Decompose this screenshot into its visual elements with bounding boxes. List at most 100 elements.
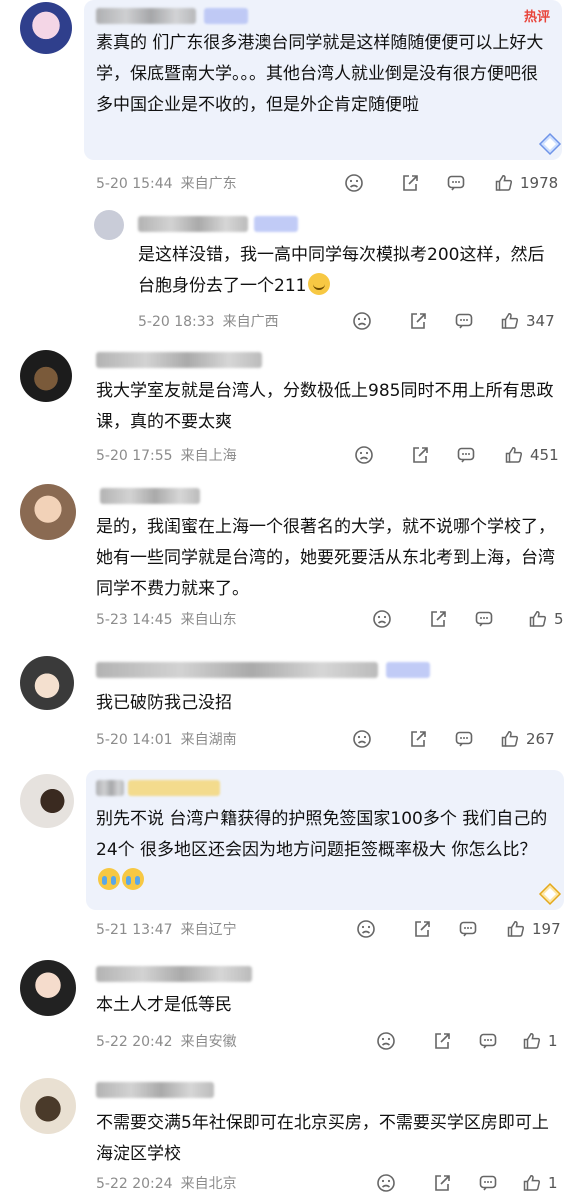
share-button[interactable] [408, 728, 428, 750]
comment-location: 来自上海 [180, 448, 237, 464]
like-button[interactable]: 451 [504, 444, 559, 466]
avatar[interactable] [20, 774, 74, 828]
comment-icon [446, 173, 466, 193]
thumbs-up-icon [528, 609, 548, 629]
thumbs-up-icon [500, 729, 520, 749]
comment-location: 来自湖南 [180, 732, 237, 748]
avatar[interactable] [20, 2, 72, 54]
avatar[interactable] [20, 484, 76, 540]
dislike-button[interactable] [376, 1172, 396, 1194]
comment-meta: 5-20 17:55 来自上海 [96, 446, 237, 466]
frown-icon [356, 919, 376, 939]
dislike-button[interactable] [376, 1030, 396, 1052]
share-icon [432, 1031, 452, 1051]
avatar[interactable] [20, 1078, 76, 1134]
vip-badge [254, 216, 298, 232]
username-blurred[interactable] [96, 780, 124, 796]
vip-badge [204, 8, 248, 24]
like-count: 1 [548, 1174, 558, 1192]
reply-button[interactable] [478, 1030, 498, 1052]
share-button[interactable] [410, 444, 430, 466]
like-button[interactable]: 197 [506, 918, 561, 940]
avatar[interactable] [20, 350, 72, 402]
comment-time: 5-22 20:24 [96, 1176, 173, 1192]
like-button[interactable]: 1978 [494, 172, 558, 194]
username-blurred[interactable] [96, 352, 262, 368]
comment-meta: 5-21 13:47 来自辽宁 [96, 920, 237, 940]
comment-text: 素真的 们广东很多港澳台同学就是这样随随便便可以上好大学，保底暨南大学。。。其他… [96, 33, 544, 115]
username-blurred[interactable] [96, 1082, 214, 1098]
frown-icon [376, 1173, 396, 1193]
reply-button[interactable] [478, 1172, 498, 1194]
username-blurred[interactable] [100, 488, 200, 504]
dislike-button[interactable] [354, 444, 374, 466]
like-count: 1 [548, 1032, 558, 1050]
share-button[interactable] [412, 918, 432, 940]
comment-meta: 5-20 14:01 来自湖南 [96, 730, 237, 750]
comment-location: 来自山东 [180, 612, 237, 628]
reply-button[interactable] [446, 172, 466, 194]
dislike-button[interactable] [372, 608, 392, 630]
like-button[interactable]: 347 [500, 310, 555, 332]
comment-time: 5-20 15:44 [96, 176, 173, 192]
share-icon [408, 311, 428, 331]
avatar[interactable] [20, 656, 74, 710]
vip-badge [386, 662, 430, 678]
reply-button[interactable] [456, 444, 476, 466]
avatar[interactable] [94, 210, 124, 240]
dislike-button[interactable] [352, 310, 372, 332]
reply-button[interactable] [474, 608, 494, 630]
like-button[interactable]: 5 [528, 608, 564, 630]
comment-time: 5-20 17:55 [96, 448, 173, 464]
reply-button[interactable] [458, 918, 478, 940]
thumbs-up-icon [522, 1031, 542, 1051]
like-count: 197 [532, 920, 561, 938]
username-blurred[interactable] [96, 966, 252, 982]
share-button[interactable] [400, 172, 420, 194]
dislike-button[interactable] [356, 918, 376, 940]
comment-icon [456, 445, 476, 465]
like-button[interactable]: 267 [500, 728, 555, 750]
comment-meta: 5-23 14:45 来自山东 [96, 610, 237, 630]
reply-button[interactable] [454, 310, 474, 332]
share-button[interactable] [408, 310, 428, 332]
username-blurred[interactable] [138, 216, 248, 232]
frown-icon [352, 311, 372, 331]
comment-icon [454, 311, 474, 331]
comment-text: 本土人才是低等民 [96, 995, 232, 1015]
comment-location: 来自辽宁 [180, 922, 237, 938]
like-count: 1978 [520, 174, 559, 192]
share-icon [412, 919, 432, 939]
comment-icon [454, 729, 474, 749]
comment-meta: 5-20 15:44 来自广东 [96, 174, 237, 194]
crying-emoji-icon [122, 868, 144, 890]
comment-text: 我已破防我己没招 [96, 693, 232, 713]
share-button[interactable] [432, 1030, 452, 1052]
smile-emoji-icon [308, 273, 331, 295]
crying-emoji-icon [98, 868, 120, 890]
like-count: 347 [526, 312, 555, 330]
share-button[interactable] [432, 1172, 452, 1194]
like-button[interactable]: 1 [522, 1030, 558, 1052]
comment-time: 5-20 18:33 [138, 314, 215, 330]
comment-time: 5-20 14:01 [96, 732, 173, 748]
like-button[interactable]: 1 [522, 1172, 558, 1194]
comment-text: 是的，我闺蜜在上海一个很著名的大学，就不说哪个学校了，她有一些同学就是台湾的，她… [96, 517, 555, 599]
diamond-icon [538, 882, 562, 906]
comment-time: 5-23 14:45 [96, 612, 173, 628]
hot-comment-badge: 热评 [524, 10, 551, 25]
thumbs-up-icon [506, 919, 526, 939]
comment-text: 别先不说 台湾户籍获得的护照免签国家100多个 我们自己的24个 很多地区还会因… [96, 804, 558, 897]
dislike-button[interactable] [352, 728, 372, 750]
avatar[interactable] [20, 960, 76, 1016]
share-icon [408, 729, 428, 749]
comment-text-content: 是这样没错，我一高中同学每次模拟考200这样，然后台胞身份去了一个211 [138, 245, 545, 296]
comment-location: 来自安徽 [180, 1034, 237, 1050]
reply-button[interactable] [454, 728, 474, 750]
share-button[interactable] [428, 608, 448, 630]
comment-meta: 5-22 20:24 来自北京 [96, 1174, 237, 1194]
username-blurred[interactable] [96, 8, 196, 24]
dislike-button[interactable] [344, 172, 364, 194]
comment-time: 5-22 20:42 [96, 1034, 173, 1050]
username-blurred[interactable] [96, 662, 378, 678]
